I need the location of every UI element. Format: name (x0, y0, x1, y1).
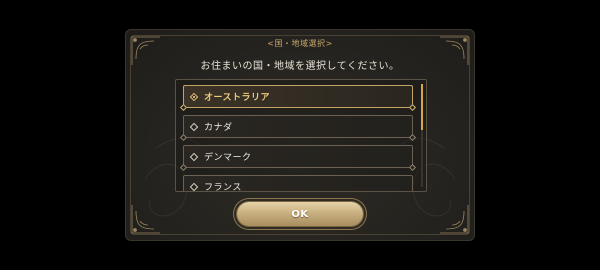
ok-button-label: OK (291, 208, 309, 220)
list-item-france[interactable]: フランス (183, 175, 413, 192)
dialog-title: <国・地域選択> (267, 39, 333, 48)
corner-ornament-bottom-left (130, 201, 164, 235)
diamond-icon (189, 122, 199, 131)
ok-button[interactable]: OK (237, 202, 363, 226)
list-item-label: カナダ (204, 123, 233, 133)
list-item-denmark[interactable]: デンマーク (183, 145, 413, 168)
scrollbar-thumb[interactable] (421, 84, 423, 130)
dialog-prompt: お住まいの国・地域を選択してください。 (200, 61, 400, 72)
list-item-australia[interactable]: オーストラリア (183, 85, 413, 108)
list-item-label: デンマーク (204, 153, 252, 163)
corner-ornament-bottom-right (436, 201, 470, 235)
list-item-canada[interactable]: カナダ (183, 115, 413, 138)
country-list[interactable]: オーストラリア カナダ デンマーク フランス (175, 79, 427, 192)
scrollbar-track[interactable] (421, 84, 423, 187)
list-item-label: オーストラリア (204, 93, 271, 103)
diamond-icon (189, 152, 199, 161)
diamond-icon (189, 182, 199, 191)
region-select-dialog: <国・地域選択> お住まいの国・地域を選択してください。 オーストラリア カナダ… (125, 29, 475, 241)
list-item-label: フランス (204, 183, 242, 192)
selected-diamond-icon (189, 92, 199, 101)
